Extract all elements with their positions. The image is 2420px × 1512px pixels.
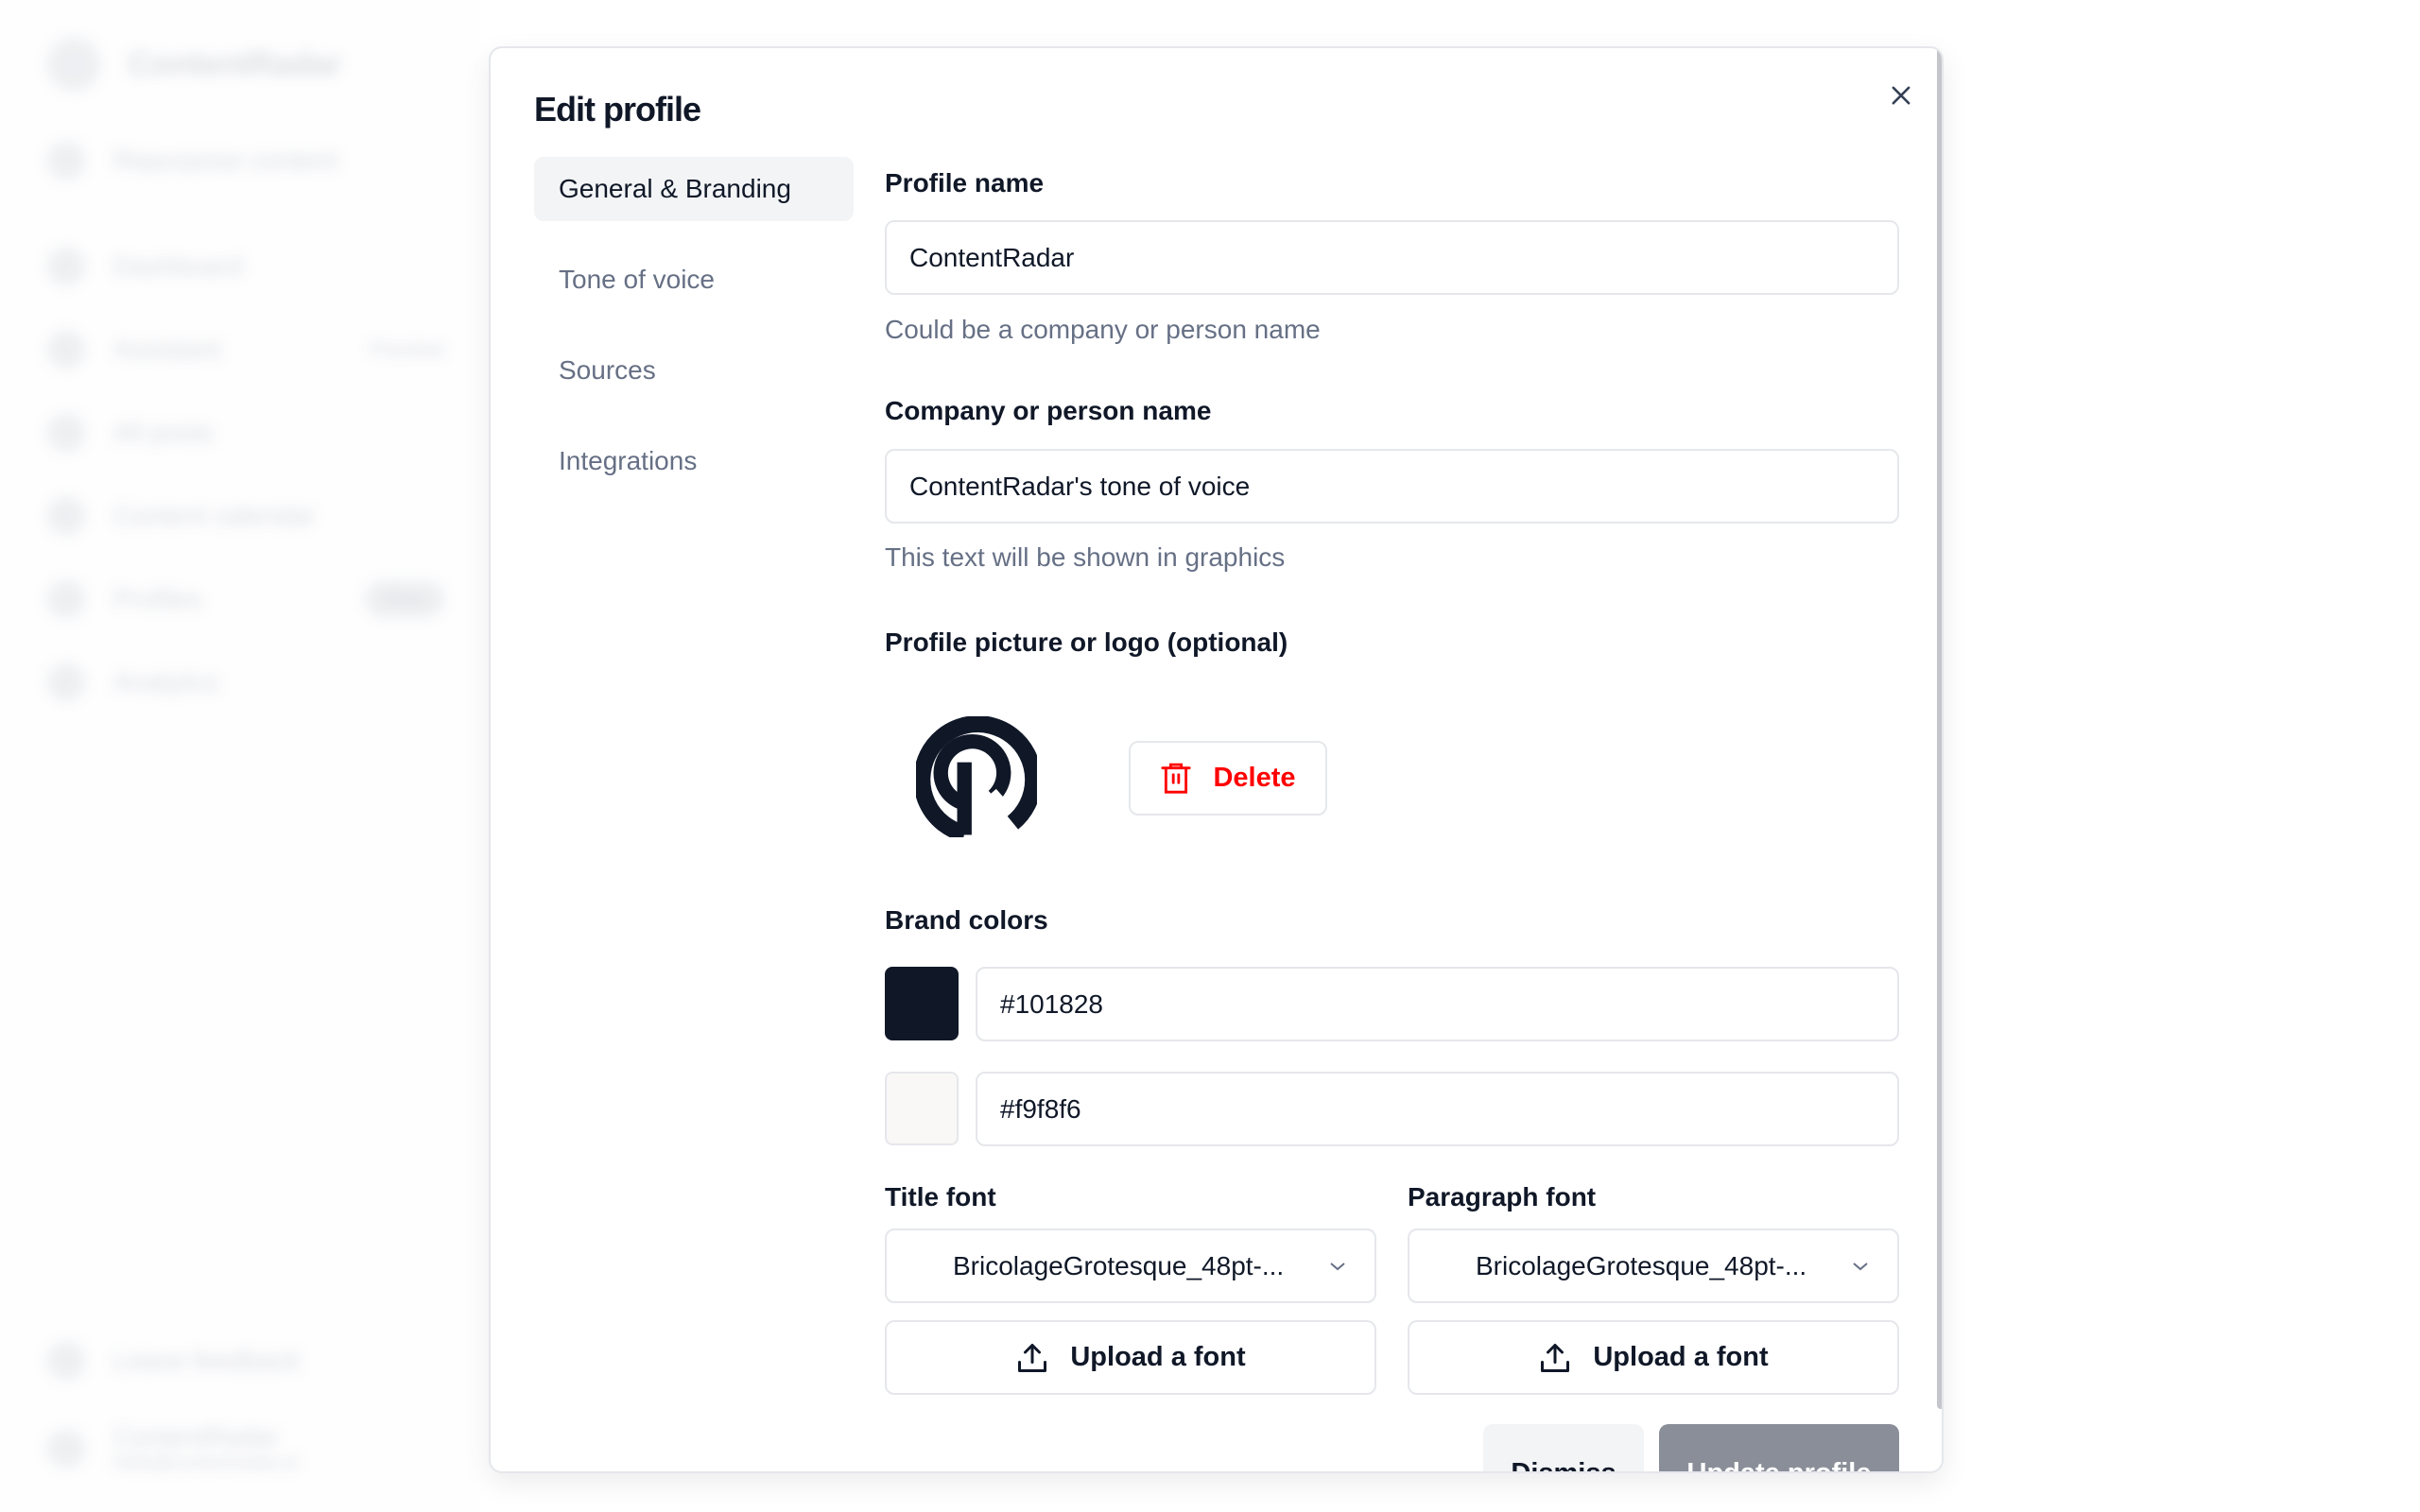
tab-integrations[interactable]: Integrations (534, 429, 854, 493)
upload-label: Upload a font (1070, 1342, 1246, 1372)
edit-profile-modal: Edit profile General & Branding Tone of … (489, 46, 1944, 1473)
upload-icon (1541, 1343, 1570, 1372)
brand-color-input-1[interactable]: #101828 (976, 967, 1899, 1041)
paragraph-font-select[interactable]: BricolageGrotesque_48pt-... (1408, 1228, 1899, 1303)
title-font-upload-button[interactable]: Upload a font (885, 1320, 1376, 1395)
title-font-value: BricolageGrotesque_48pt-... (953, 1250, 1285, 1280)
upload-label: Upload a font (1593, 1342, 1769, 1372)
modal-title: Edit profile (534, 90, 701, 129)
tab-sources[interactable]: Sources (534, 338, 854, 403)
brand-color-swatch-1[interactable] (885, 967, 959, 1040)
update-profile-button[interactable]: Update profile (1659, 1424, 1899, 1471)
scrollbar[interactable] (1937, 48, 1942, 1409)
paragraph-font-value: BricolageGrotesque_48pt-... (1476, 1250, 1807, 1280)
tab-general-branding[interactable]: General & Branding (534, 157, 854, 221)
chevron-down-icon (1853, 1262, 1868, 1270)
profile-name-input[interactable]: ContentRadar (885, 220, 1899, 295)
paragraph-font-label: Paragraph font (1408, 1182, 1597, 1211)
settings-nav: General & Branding Tone of voice Sources… (534, 157, 854, 520)
close-icon[interactable] (1888, 82, 1914, 109)
company-name-input[interactable]: ContentRadar's tone of voice (885, 449, 1899, 524)
profile-logo-image (916, 716, 1037, 837)
tab-tone-of-voice[interactable]: Tone of voice (534, 248, 854, 312)
profile-picture-label: Profile picture or logo (optional) (885, 627, 1288, 657)
company-name-label: Company or person name (885, 396, 1212, 425)
brand-color-swatch-2[interactable] (885, 1072, 959, 1145)
profile-name-label: Profile name (885, 168, 1045, 198)
title-font-select[interactable]: BricolageGrotesque_48pt-... (885, 1228, 1376, 1303)
profile-name-help: Could be a company or person name (885, 315, 1321, 344)
trash-icon (1161, 763, 1192, 794)
delete-logo-button[interactable]: Delete (1129, 741, 1327, 816)
chevron-down-icon (1330, 1262, 1345, 1270)
title-font-label: Title font (885, 1182, 996, 1211)
brand-colors-label: Brand colors (885, 905, 1048, 935)
company-name-help: This text will be shown in graphics (885, 542, 1286, 572)
upload-icon (1018, 1343, 1047, 1372)
brand-color-input-2[interactable]: #f9f8f6 (976, 1072, 1899, 1146)
delete-label: Delete (1213, 763, 1296, 793)
dismiss-button[interactable]: Dismiss (1483, 1424, 1644, 1471)
paragraph-font-upload-button[interactable]: Upload a font (1408, 1320, 1899, 1395)
